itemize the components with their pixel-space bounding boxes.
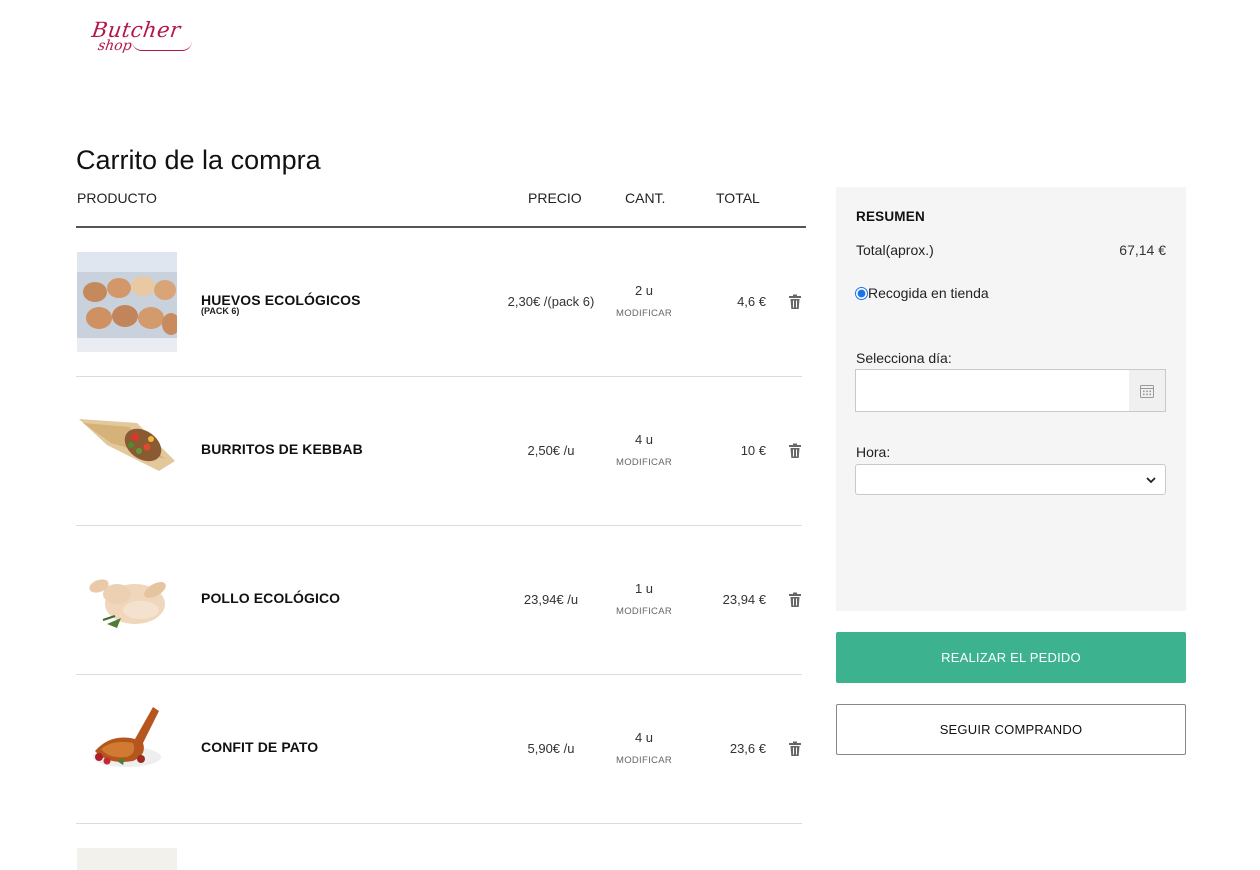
product-image-chicken[interactable] bbox=[77, 550, 177, 650]
order-summary-panel: RESUMEN Total(aprox.) 67,14 € Recogida e… bbox=[836, 187, 1186, 611]
product-name[interactable]: CONFIT DE PATO bbox=[201, 739, 318, 755]
cart-items-list: HUEVOS ECOLÓGICOS (PACK 6) 2,30€ /(pack … bbox=[76, 228, 802, 870]
modify-quantity-button[interactable]: MODIFICAR bbox=[604, 308, 684, 319]
cart-row: CONFIT DE PATO 5,90€ /u 4 u MODIFICAR 23… bbox=[76, 675, 802, 824]
product-subtitle: (PACK 6) bbox=[201, 306, 240, 316]
calendar-button[interactable] bbox=[1129, 370, 1165, 411]
day-picker bbox=[855, 369, 1166, 412]
page-title: Carrito de la compra bbox=[76, 145, 321, 175]
brand-logo[interactable]: Butcher shop bbox=[90, 18, 200, 62]
brand-logo-swirl bbox=[132, 41, 192, 51]
product-total: 4,6 € bbox=[737, 294, 766, 309]
modify-quantity-button[interactable]: MODIFICAR bbox=[604, 606, 684, 617]
product-price: 2,30€ /(pack 6) bbox=[507, 294, 595, 309]
cart-row: BURRITOS DE KEBBAB 2,50€ /u 4 u MODIFICA… bbox=[76, 377, 802, 526]
chevron-down-icon bbox=[1146, 477, 1156, 484]
cart-row-partial bbox=[76, 824, 802, 870]
column-header-product: PRODUCTO bbox=[77, 190, 157, 206]
pickup-option[interactable]: Recogida en tienda bbox=[855, 285, 989, 301]
cart-table-header: PRODUCTO PRECIO CANT. TOTAL bbox=[76, 188, 806, 228]
product-quantity: 1 u bbox=[634, 581, 654, 596]
product-total: 10 € bbox=[740, 443, 766, 458]
product-quantity: 4 u bbox=[634, 730, 654, 745]
product-price: 23,94€ /u bbox=[523, 592, 579, 607]
summary-title: RESUMEN bbox=[856, 209, 925, 224]
day-label: Selecciona día: bbox=[856, 350, 952, 366]
cart-row: HUEVOS ECOLÓGICOS (PACK 6) 2,30€ /(pack … bbox=[76, 228, 802, 377]
product-name[interactable]: POLLO ECOLÓGICO bbox=[201, 590, 340, 606]
product-name[interactable]: BURRITOS DE KEBBAB bbox=[201, 441, 363, 457]
summary-total-value: 67,14 € bbox=[1119, 242, 1166, 258]
product-image-burrito[interactable] bbox=[77, 401, 177, 501]
cart-row: POLLO ECOLÓGICO 23,94€ /u 1 u MODIFICAR … bbox=[76, 526, 802, 675]
continue-shopping-button[interactable]: SEGUIR COMPRANDO bbox=[836, 704, 1186, 755]
product-quantity: 4 u bbox=[634, 432, 654, 447]
day-input[interactable] bbox=[856, 370, 1128, 411]
pickup-radio[interactable] bbox=[855, 286, 868, 300]
product-image-duck[interactable] bbox=[77, 699, 177, 799]
product-total: 23,94 € bbox=[722, 592, 766, 607]
column-header-total: TOTAL bbox=[716, 190, 760, 206]
product-quantity: 2 u bbox=[634, 283, 654, 298]
modify-quantity-button[interactable]: MODIFICAR bbox=[604, 457, 684, 468]
modify-quantity-button[interactable]: MODIFICAR bbox=[604, 755, 684, 766]
trash-icon[interactable] bbox=[788, 592, 802, 608]
brand-logo-subtext: shop bbox=[96, 38, 133, 54]
calendar-icon bbox=[1140, 384, 1154, 398]
product-total: 23,6 € bbox=[729, 741, 766, 756]
trash-icon[interactable] bbox=[788, 741, 802, 757]
hour-label: Hora: bbox=[856, 444, 891, 460]
place-order-button[interactable]: REALIZAR EL PEDIDO bbox=[836, 632, 1186, 683]
summary-total-label: Total(aprox.) bbox=[856, 242, 934, 258]
pickup-label: Recogida en tienda bbox=[868, 285, 989, 301]
product-image-partial[interactable] bbox=[77, 848, 177, 870]
trash-icon[interactable] bbox=[788, 443, 802, 459]
trash-icon[interactable] bbox=[788, 294, 802, 310]
product-price: 2,50€ /u bbox=[527, 443, 575, 458]
product-image-eggs[interactable] bbox=[77, 252, 177, 352]
column-header-qty: CANT. bbox=[625, 190, 666, 206]
product-price: 5,90€ /u bbox=[527, 741, 575, 756]
column-header-price: PRECIO bbox=[528, 190, 582, 206]
hour-select[interactable] bbox=[855, 464, 1166, 495]
